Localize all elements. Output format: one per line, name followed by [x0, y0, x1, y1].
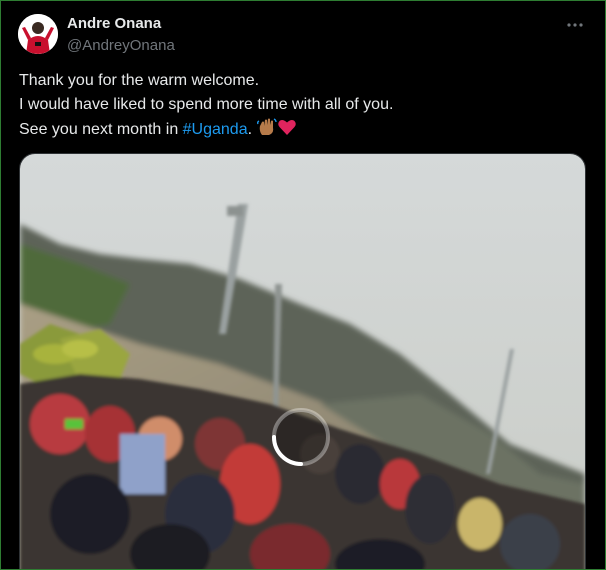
- tweet-text-line-1: Thank you for the warm welcome.: [19, 72, 260, 89]
- tweet-card: Andre Onana @AndreyOnana Thank you for t…: [0, 0, 606, 570]
- loading-spinner-icon: [270, 406, 332, 468]
- red-heart-emoji: [277, 117, 297, 145]
- avatar-image: [18, 14, 58, 54]
- author-display-name[interactable]: Andre Onana: [67, 15, 161, 33]
- waving-hand-emoji: [256, 117, 277, 145]
- hashtag-link[interactable]: #Uganda: [183, 121, 248, 138]
- video-frame: [20, 154, 585, 569]
- tweet-text-line-3: See you next month in #Uganda.: [19, 117, 579, 145]
- more-options-icon[interactable]: [563, 13, 587, 37]
- tweet-text-line-2: I would have liked to spend more time wi…: [19, 96, 394, 113]
- line-3-suffix: .: [247, 121, 253, 138]
- avatar[interactable]: [18, 14, 58, 54]
- tweet-text: Thank you for the warm welcome. I would …: [19, 69, 579, 145]
- video-player[interactable]: [19, 153, 586, 569]
- line-3-prefix: See you next month in: [19, 121, 183, 138]
- author-handle[interactable]: @AndreyOnana: [67, 37, 175, 55]
